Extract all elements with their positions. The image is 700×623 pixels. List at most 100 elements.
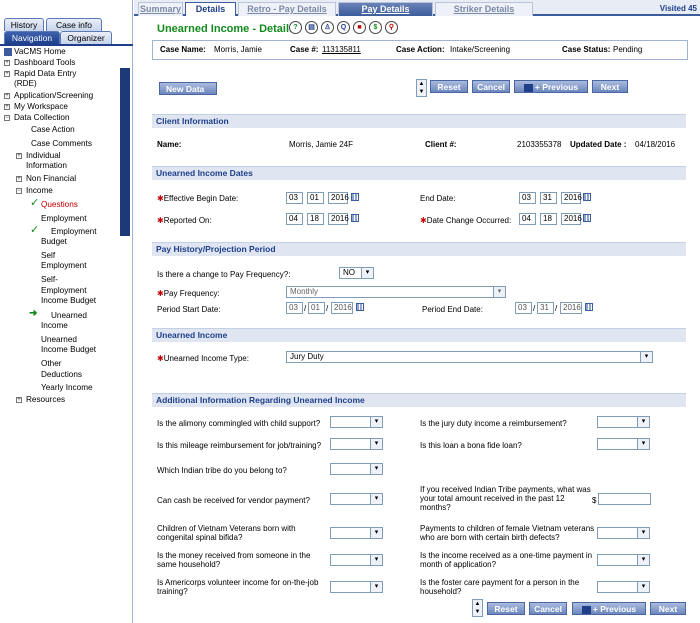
pay-change-select[interactable]: NO ▾ [339, 267, 374, 279]
tab-retro-pay[interactable]: Retro - Pay Details [238, 2, 336, 16]
search-icon[interactable]: ⚲ [385, 21, 398, 34]
stop-icon[interactable]: ■ [353, 21, 366, 34]
tab-case-info[interactable]: Case info [46, 18, 102, 31]
calendar-icon[interactable] [356, 303, 364, 311]
calendar-icon[interactable] [351, 214, 359, 222]
reported-year[interactable]: 2016 [328, 213, 349, 225]
jury-duty-select[interactable]: ▾ [597, 416, 650, 428]
unearned-type-select[interactable]: Jury Duty ▾ [286, 351, 653, 363]
tribe-amount-input[interactable] [598, 493, 651, 505]
nav-rde-sub[interactable]: (RDE) [14, 79, 37, 89]
spinner-icon[interactable]: ▲ ▼ [416, 79, 427, 97]
notes-icon[interactable]: ▤ [305, 21, 318, 34]
expand-icon[interactable]: + [16, 176, 22, 182]
person-icon[interactable]: ♙ [321, 21, 334, 34]
reported-month[interactable]: 04 [286, 213, 303, 225]
collapse-icon[interactable]: − [4, 115, 10, 121]
calendar-icon[interactable] [585, 303, 593, 311]
nav-employment-budget-sub[interactable]: Budget [41, 237, 67, 247]
nav-employment-budget[interactable]: Employment [51, 227, 97, 237]
period-start-day[interactable]: 01 [308, 302, 325, 314]
calendar-icon[interactable] [351, 193, 359, 201]
foster-care-select[interactable]: ▾ [597, 581, 650, 593]
cancel-button[interactable]: Cancel [472, 80, 510, 93]
vietnam-female-select[interactable]: ▾ [597, 527, 650, 539]
nav-self-income-3[interactable]: Income Budget [41, 296, 96, 306]
end-year[interactable]: 2016 [561, 192, 582, 204]
nav-yearly-income[interactable]: Yearly Income [41, 383, 93, 393]
nav-application[interactable]: Application/Screening [14, 91, 93, 101]
nav-self-income[interactable]: Self- [41, 275, 58, 285]
reported-day[interactable]: 18 [307, 213, 324, 225]
next-button-bottom[interactable]: Next [650, 602, 686, 615]
cancel-button-bottom[interactable]: Cancel [529, 602, 567, 615]
next-button[interactable]: Next [592, 80, 628, 93]
nav-resources[interactable]: Resources [26, 395, 65, 405]
nav-individual[interactable]: Individual [26, 151, 61, 161]
change-day[interactable]: 18 [540, 213, 557, 225]
tab-pay-details[interactable]: Pay Details [338, 2, 433, 16]
tab-striker[interactable]: Striker Details [435, 2, 533, 16]
query-icon[interactable]: Q [337, 21, 350, 34]
period-end-day[interactable]: 31 [537, 302, 554, 314]
nav-unearned-budget-sub[interactable]: Income Budget [41, 345, 96, 355]
mileage-select[interactable]: ▾ [330, 438, 383, 450]
expand-icon[interactable]: + [16, 397, 22, 403]
alimony-select[interactable]: ▾ [330, 416, 383, 428]
nav-unearned-income-sub[interactable]: Income [41, 321, 68, 331]
spinner-icon[interactable]: ▲ ▼ [472, 599, 483, 617]
previous-button-bottom[interactable]: + Previous [572, 602, 646, 615]
period-start-year[interactable]: 2016 [331, 302, 353, 314]
tab-navigation[interactable]: Navigation [4, 31, 60, 44]
nav-case-comments[interactable]: Case Comments [31, 139, 92, 149]
loan-select[interactable]: ▾ [597, 438, 650, 450]
same-household-select[interactable]: ▾ [330, 554, 383, 566]
help-icon[interactable]: ? [289, 21, 302, 34]
case-number-link[interactable]: 113135811 [322, 45, 361, 54]
tab-organizer[interactable]: Organizer [60, 31, 112, 44]
nav-other[interactable]: Other [41, 359, 61, 369]
reset-button[interactable]: Reset [430, 80, 468, 93]
nav-rde[interactable]: Rapid Data Entry [14, 69, 76, 79]
expand-icon[interactable]: + [4, 60, 10, 66]
new-data-button[interactable]: New Data [159, 82, 217, 95]
nav-individual-sub[interactable]: Information [26, 161, 67, 171]
tab-summary[interactable]: Summary [138, 2, 183, 16]
calendar-icon[interactable] [583, 214, 591, 222]
begin-year[interactable]: 2016 [328, 192, 349, 204]
vendor-select[interactable]: ▾ [330, 493, 383, 505]
change-year[interactable]: 2016 [561, 213, 582, 225]
nav-self-income-2[interactable]: Employment [41, 286, 87, 296]
collapse-icon[interactable]: − [16, 188, 22, 194]
nav-non-financial[interactable]: Non Financial [26, 174, 76, 184]
calendar-icon[interactable] [583, 193, 591, 201]
period-end-month[interactable]: 03 [515, 302, 532, 314]
nav-self[interactable]: Self [41, 251, 55, 261]
nav-data-collection[interactable]: Data Collection [14, 113, 70, 123]
end-month[interactable]: 03 [519, 192, 536, 204]
nav-unearned-income[interactable]: Unearned [51, 311, 87, 321]
reset-button-bottom[interactable]: Reset [487, 602, 525, 615]
expand-icon[interactable]: + [4, 71, 10, 77]
previous-button[interactable]: + Previous [514, 80, 588, 93]
vietnam-children-select[interactable]: ▾ [330, 527, 383, 539]
pay-frequency-select[interactable]: Monthly ▾ [286, 286, 506, 298]
expand-icon[interactable]: + [4, 93, 10, 99]
nav-workspace[interactable]: My Workspace [14, 102, 68, 112]
nav-employment[interactable]: Employment [41, 214, 87, 224]
nav-scrollbar[interactable] [120, 68, 130, 236]
change-month[interactable]: 04 [519, 213, 536, 225]
tab-history[interactable]: History [4, 18, 44, 31]
nav-income[interactable]: Income [26, 186, 53, 196]
expand-icon[interactable]: + [16, 153, 22, 159]
tab-details[interactable]: Details [185, 2, 236, 16]
period-start-month[interactable]: 03 [286, 302, 303, 314]
nav-self-sub[interactable]: Employment [41, 261, 87, 271]
nav-case-action[interactable]: Case Action [31, 125, 75, 135]
end-day[interactable]: 31 [540, 192, 557, 204]
nav-questions[interactable]: Questions [41, 200, 78, 210]
begin-month[interactable]: 03 [286, 192, 303, 204]
one-time-select[interactable]: ▾ [597, 554, 650, 566]
expand-icon[interactable]: + [4, 104, 10, 110]
period-end-year[interactable]: 2016 [560, 302, 582, 314]
